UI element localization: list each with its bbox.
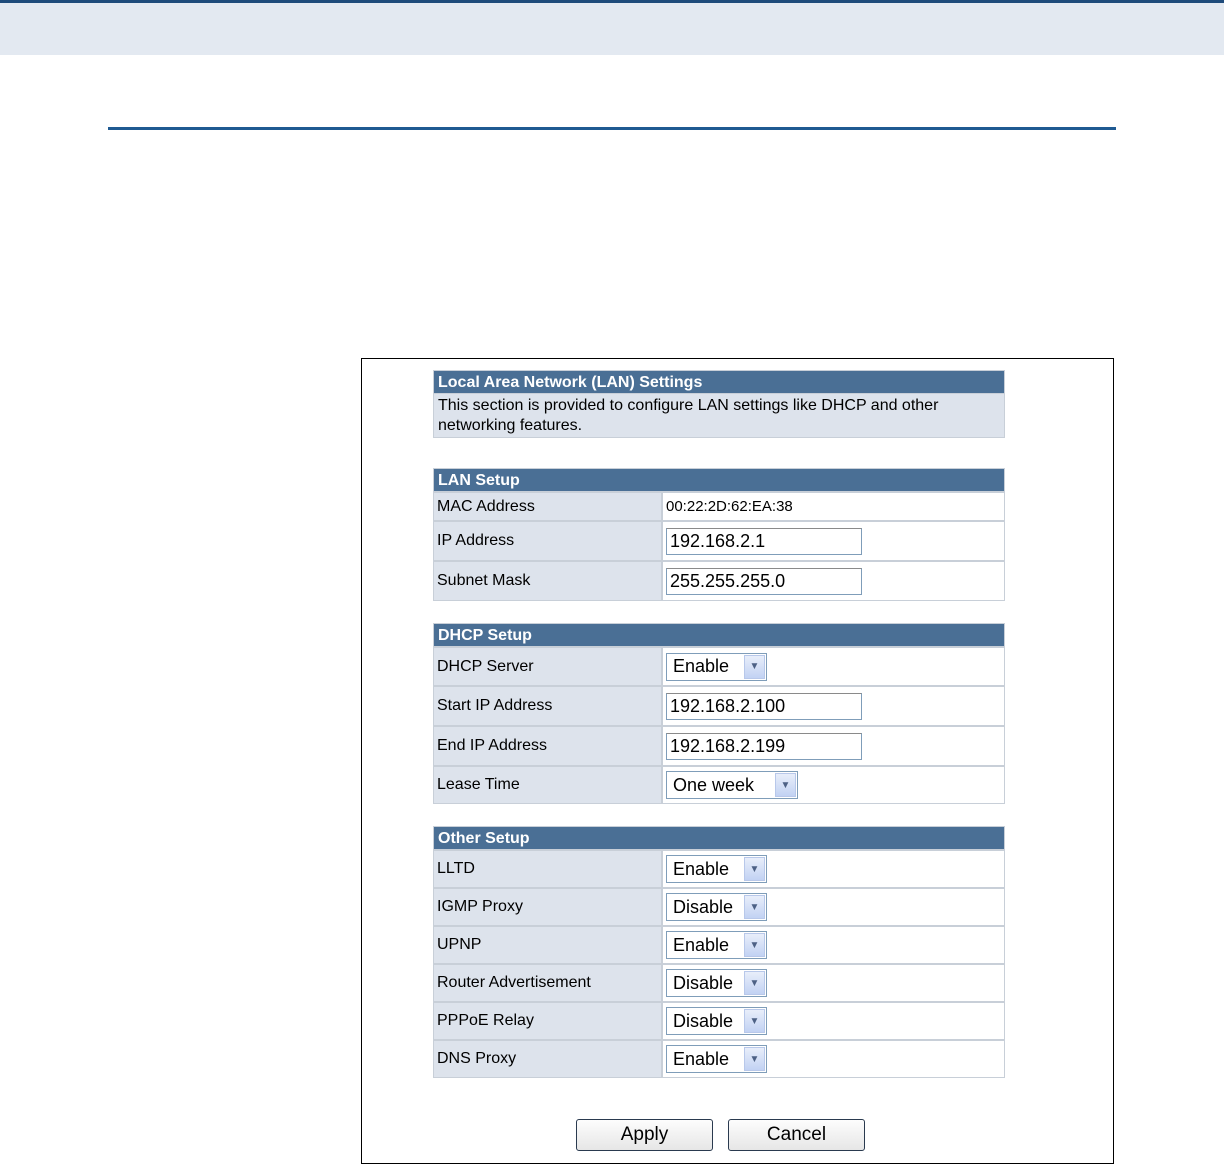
upnp-label: UPNP xyxy=(433,926,662,964)
chevron-down-icon[interactable]: ▼ xyxy=(744,933,765,957)
lan-settings-description: This section is provided to configure LA… xyxy=(433,394,1005,438)
start-ip-label: Start IP Address xyxy=(433,686,662,726)
table-row: LLTD Enable ▼ xyxy=(433,850,1005,888)
dhcp-server-select[interactable]: Enable ▼ xyxy=(666,652,767,681)
table-row: IP Address 192.168.2.1 xyxy=(433,521,1005,561)
table-row: PPPoE Relay Disable ▼ xyxy=(433,1002,1005,1040)
subnet-mask-label: Subnet Mask xyxy=(433,561,662,601)
table-row: Subnet Mask 255.255.255.0 xyxy=(433,561,1005,601)
upnp-select[interactable]: Enable ▼ xyxy=(666,931,767,959)
subnet-mask-input[interactable]: 255.255.255.0 xyxy=(666,567,862,595)
dhcp-server-label: DHCP Server xyxy=(433,647,662,686)
other-setup-header: Other Setup xyxy=(433,826,1005,850)
mac-address-label: MAC Address xyxy=(433,492,662,521)
lease-time-label: Lease Time xyxy=(433,766,662,804)
lan-settings-panel: Local Area Network (LAN) Settings This s… xyxy=(433,370,1005,1078)
ip-address-label: IP Address xyxy=(433,521,662,561)
section-divider xyxy=(108,127,1116,130)
chevron-down-icon[interactable]: ▼ xyxy=(744,1047,765,1071)
router-advertisement-select[interactable]: Disable ▼ xyxy=(666,969,767,997)
dns-proxy-value: Enable xyxy=(673,1048,730,1069)
router-advertisement-label: Router Advertisement xyxy=(433,964,662,1002)
igmp-proxy-value: Disable xyxy=(673,896,734,917)
table-row: IGMP Proxy Disable ▼ xyxy=(433,888,1005,926)
dns-proxy-label: DNS Proxy xyxy=(433,1040,662,1078)
lan-settings-title: Local Area Network (LAN) Settings xyxy=(433,370,1005,394)
lease-time-value: One week xyxy=(673,774,755,795)
dhcp-setup-header: DHCP Setup xyxy=(433,623,1005,647)
igmp-proxy-label: IGMP Proxy xyxy=(433,888,662,926)
pppoe-relay-label: PPPoE Relay xyxy=(433,1002,662,1040)
chevron-down-icon[interactable]: ▼ xyxy=(775,773,796,797)
action-buttons: Apply Cancel xyxy=(576,1119,976,1151)
lltd-label: LLTD xyxy=(433,850,662,888)
chevron-down-icon[interactable]: ▼ xyxy=(744,895,765,919)
table-row: Router Advertisement Disable ▼ xyxy=(433,964,1005,1002)
table-row: Lease Time One week ▼ xyxy=(433,766,1005,804)
table-row: DHCP Server Enable ▼ xyxy=(433,647,1005,686)
table-row: DNS Proxy Enable ▼ xyxy=(433,1040,1005,1078)
dhcp-setup-table: DHCP Server Enable ▼ Start IP Address 19… xyxy=(433,647,1005,804)
router-advertisement-value: Disable xyxy=(673,972,734,993)
igmp-proxy-select[interactable]: Disable ▼ xyxy=(666,893,767,921)
pppoe-relay-value: Disable xyxy=(673,1010,734,1031)
dns-proxy-select[interactable]: Enable ▼ xyxy=(666,1045,767,1073)
upnp-value: Enable xyxy=(673,934,730,955)
table-row: UPNP Enable ▼ xyxy=(433,926,1005,964)
table-row: End IP Address 192.168.2.199 xyxy=(433,726,1005,766)
chevron-down-icon[interactable]: ▼ xyxy=(744,857,765,881)
cancel-button[interactable]: Cancel xyxy=(728,1119,865,1151)
top-header-band xyxy=(0,0,1224,55)
lease-time-select[interactable]: One week ▼ xyxy=(666,771,798,799)
chevron-down-icon[interactable]: ▼ xyxy=(744,971,765,995)
table-row: Start IP Address 192.168.2.100 xyxy=(433,686,1005,726)
lan-setup-header: LAN Setup xyxy=(433,468,1005,492)
lan-setup-table: MAC Address 00:22:2D:62:EA:38 IP Address… xyxy=(433,492,1005,601)
dhcp-server-value: Enable xyxy=(673,656,730,676)
end-ip-input[interactable]: 192.168.2.199 xyxy=(666,732,862,760)
table-row: MAC Address 00:22:2D:62:EA:38 xyxy=(433,492,1005,521)
lltd-value: Enable xyxy=(673,858,730,879)
screenshot-frame: Local Area Network (LAN) Settings This s… xyxy=(361,358,1114,1164)
mac-address-value: 00:22:2D:62:EA:38 xyxy=(662,492,1005,521)
pppoe-relay-select[interactable]: Disable ▼ xyxy=(666,1007,767,1035)
chevron-down-icon[interactable]: ▼ xyxy=(744,654,765,679)
other-setup-table: LLTD Enable ▼ IGMP Proxy Disable ▼ UPNP En… xyxy=(433,850,1005,1078)
start-ip-input[interactable]: 192.168.2.100 xyxy=(666,692,862,720)
apply-button[interactable]: Apply xyxy=(576,1119,713,1151)
lltd-select[interactable]: Enable ▼ xyxy=(666,855,767,883)
ip-address-input[interactable]: 192.168.2.1 xyxy=(666,527,862,555)
chevron-down-icon[interactable]: ▼ xyxy=(744,1009,765,1033)
end-ip-label: End IP Address xyxy=(433,726,662,766)
